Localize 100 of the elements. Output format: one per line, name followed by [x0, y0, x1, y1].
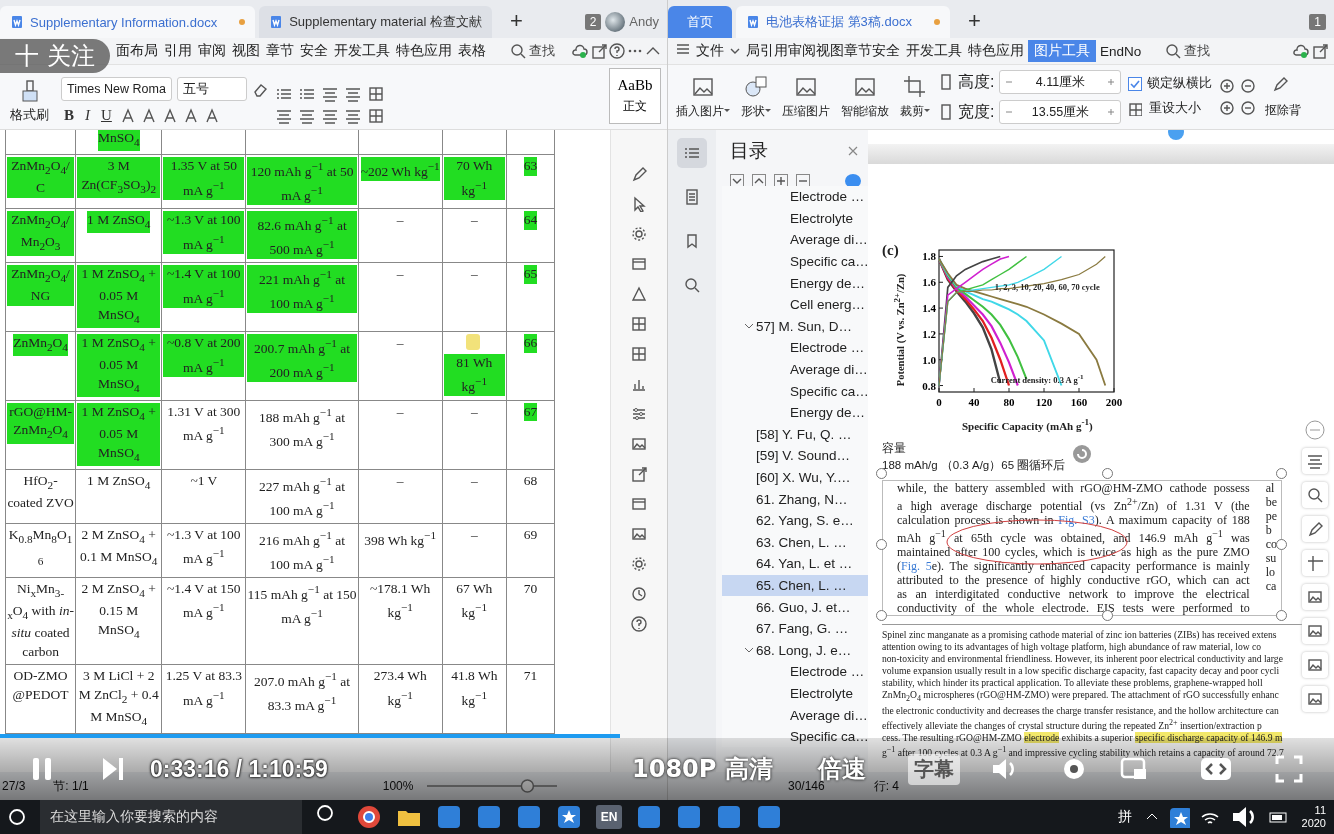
language-button[interactable]: EN	[596, 805, 622, 829]
menu-tab[interactable]: 审阅	[196, 40, 228, 62]
table-cell-text: ~1 V	[190, 471, 218, 490]
outline-item[interactable]: 63. Chen, L. …	[722, 531, 868, 554]
menu-tab[interactable]: 引用	[162, 40, 194, 62]
format-painter-button[interactable]: 格式刷	[6, 79, 53, 124]
outline-item[interactable]: Average di…	[722, 704, 868, 726]
document-tab[interactable]: Supplementary Information.docx	[0, 6, 256, 38]
menu-tab[interactable]: 表格	[456, 40, 488, 62]
text-line: Spinel zinc manganate as a promising cathode material of zinc ion batteries (ZIBs) has received extens	[882, 628, 1278, 641]
text-line: volume expansion usually result in a low specific discharge capacity, fast capacity decay and poor cycli	[882, 664, 1281, 677]
format-button[interactable]: I	[82, 107, 93, 124]
table-cell: –	[396, 265, 404, 284]
text-line: cess. The resulting rGO@HM-ZMO electrode exhibits a superior specific discharge capacity of 146.9 m	[882, 731, 1284, 744]
style-preview[interactable]: AaBb 正文	[609, 68, 661, 124]
tool-button[interactable]: 插入图片	[674, 74, 732, 120]
menu-tab[interactable]: 章节	[264, 40, 296, 62]
menu-tab[interactable]: 开发工具	[904, 40, 964, 62]
file-menu[interactable]: 文件	[674, 40, 726, 62]
outline-item[interactable]: Energy de…	[722, 401, 868, 424]
document-tab[interactable]: 电池表格证据 第3稿.docx	[736, 6, 950, 38]
remove-background-button[interactable]: 抠除背	[1263, 75, 1304, 119]
table-cell-text: 67 Wh kg$^{−1}$	[455, 579, 494, 622]
new-tab-button[interactable]: +	[953, 8, 995, 38]
window-count[interactable]: 2	[584, 14, 602, 30]
outline-item[interactable]: Specific ca…	[722, 250, 868, 273]
table-cell-text: ~1.4 V at 150 mA g$^{−1}$	[166, 579, 242, 622]
table-cell: ~0.8 V at 200 mA g$^{−1}$	[163, 334, 245, 377]
outline-item[interactable]: [58] Y. Fu, Q. …	[722, 423, 868, 446]
outline-item[interactable]: 62. Yang, S. e…	[722, 509, 868, 532]
outline-item[interactable]: 67. Fang, G. …	[722, 617, 868, 640]
outline-item[interactable]: Electrode …	[722, 337, 868, 359]
table-cell: 1 M ZnSO$_{4}$ + 0.05 M MnSO$_{4}$	[77, 402, 161, 466]
text-line: effectively alleviate the changes of crystal structure during the repeated Zn$^{2+}$ insertion/extraction p	[882, 716, 1263, 732]
outline-item[interactable]: Electrode …	[722, 661, 868, 683]
outline-item[interactable]: 65. Chen, L. …	[722, 574, 868, 597]
outline-item[interactable]: Specific ca…	[722, 725, 868, 748]
tool-button[interactable]: 裁剪	[898, 74, 932, 120]
outline-item[interactable]: Average di…	[722, 229, 868, 251]
table-cell-text: –	[470, 525, 478, 544]
table-cell-text: 41.8 Wh kg$^{−1}$	[450, 667, 499, 710]
text-fragment: lo	[1265, 564, 1276, 579]
outline-item[interactable]: 64. Yan, L. et …	[722, 553, 868, 575]
outline-item[interactable]: 66. Guo, J. et…	[722, 596, 868, 618]
search-button[interactable]: 查找	[504, 41, 561, 61]
outline-item[interactable]: Electrolyte	[722, 207, 868, 230]
text-fragment: co	[1265, 536, 1277, 551]
menu-tab[interactable]: 面布局	[114, 40, 160, 62]
table-cell-text: HfO$_{2}$-coated ZVO	[7, 471, 75, 512]
tool-button[interactable]: 压缩图片	[780, 74, 832, 120]
window-count[interactable]: 1	[1309, 14, 1326, 30]
table-cell: rGO@HM-ZnMn$_{2}$O$_{4}$	[7, 402, 75, 444]
status-text: 27/3	[2, 779, 26, 793]
font-size-field[interactable]: 五号	[176, 77, 247, 101]
menu-tab[interactable]: 安全	[298, 40, 330, 62]
tool-button[interactable]: 形状	[739, 74, 773, 120]
format-button[interactable]: B	[61, 107, 77, 124]
taskbar-search-field[interactable]: 在这里输入你要搜索的内容	[40, 800, 302, 834]
menu-tab[interactable]: EndNo	[1098, 41, 1144, 61]
user-name[interactable]: Andy	[629, 14, 659, 29]
search-button[interactable]: 查找	[1159, 41, 1217, 61]
outline-item[interactable]: 68. Long, J. e…	[722, 639, 868, 662]
input-method[interactable]: 拼	[1117, 808, 1132, 826]
outline-item[interactable]: [60] X. Wu, Y.…	[722, 466, 868, 489]
outline-item[interactable]: Energy de…	[722, 272, 868, 294]
status-text: 行: 4	[873, 777, 900, 795]
text-line: (Fig. 5e). The significantly enhanced capacity performance is mainly	[897, 558, 1250, 573]
format-button[interactable]: U	[98, 107, 115, 124]
outline-item[interactable]: Electrolyte	[722, 682, 868, 705]
axis-label: Specific Capacity (mAh g$^{-1}$)	[961, 417, 1094, 432]
table-cell: 70 Wh kg$^{−1}$	[443, 157, 505, 200]
menu-tab[interactable]: 特色应用	[394, 40, 454, 62]
menu-tab[interactable]: 视图	[230, 40, 262, 62]
text-line: maintained after 100 cycles, which is twice as high as the pure ZMO	[897, 544, 1250, 559]
menu-tab[interactable]: 开发工具	[332, 40, 392, 62]
outline-item[interactable]: 57] M. Sun, D…	[722, 315, 868, 338]
table-cell-text: Ni$_{x}$Mn$_{3-}$$_{x}$O$_{4}$ with in-situ coated carbon	[7, 579, 75, 661]
new-tab-button[interactable]: +	[496, 8, 537, 38]
table-cell: 1 M ZnSO$_{4}$ + 0.05 M MnSO$_{4}$	[77, 265, 161, 329]
menu-tab[interactable]: 图片工具	[1028, 40, 1096, 62]
document-tab[interactable]: 首页	[668, 6, 732, 38]
outline-item[interactable]: Average di…	[722, 358, 868, 381]
follow-button[interactable]: 十 关注	[0, 39, 110, 73]
menu-tab[interactable]: 特色应用	[966, 40, 1026, 62]
outline-item[interactable]: Specific ca…	[722, 380, 868, 402]
outline-item[interactable]: 61. Zhang, N…	[722, 488, 868, 510]
table-cell-text: 69	[523, 525, 538, 544]
tool-button[interactable]: 智能缩放	[839, 74, 891, 120]
text-fragment: be	[1265, 494, 1277, 509]
menu-tab[interactable]: 局引用审阅视图章节安全	[744, 40, 902, 62]
outline-item[interactable]: Electrode …	[722, 186, 868, 208]
font-field[interactable]: Times New Roma	[61, 77, 172, 101]
tick-label: 0	[935, 396, 942, 408]
tick-label: 80	[1003, 396, 1015, 408]
outline-item[interactable]: [59] V. Sound…	[722, 445, 868, 467]
outline-item[interactable]: Cell energ…	[722, 293, 868, 316]
document-tab[interactable]: Supplementary material 检查文献	[259, 6, 493, 38]
reset-size-button[interactable]: 重设大小	[1147, 98, 1204, 119]
text-line: a high average discharge potential (vs Zn$^{2+}$/Zn) of 1.31 V (the	[897, 495, 1250, 513]
table-cell: 71	[523, 667, 538, 686]
